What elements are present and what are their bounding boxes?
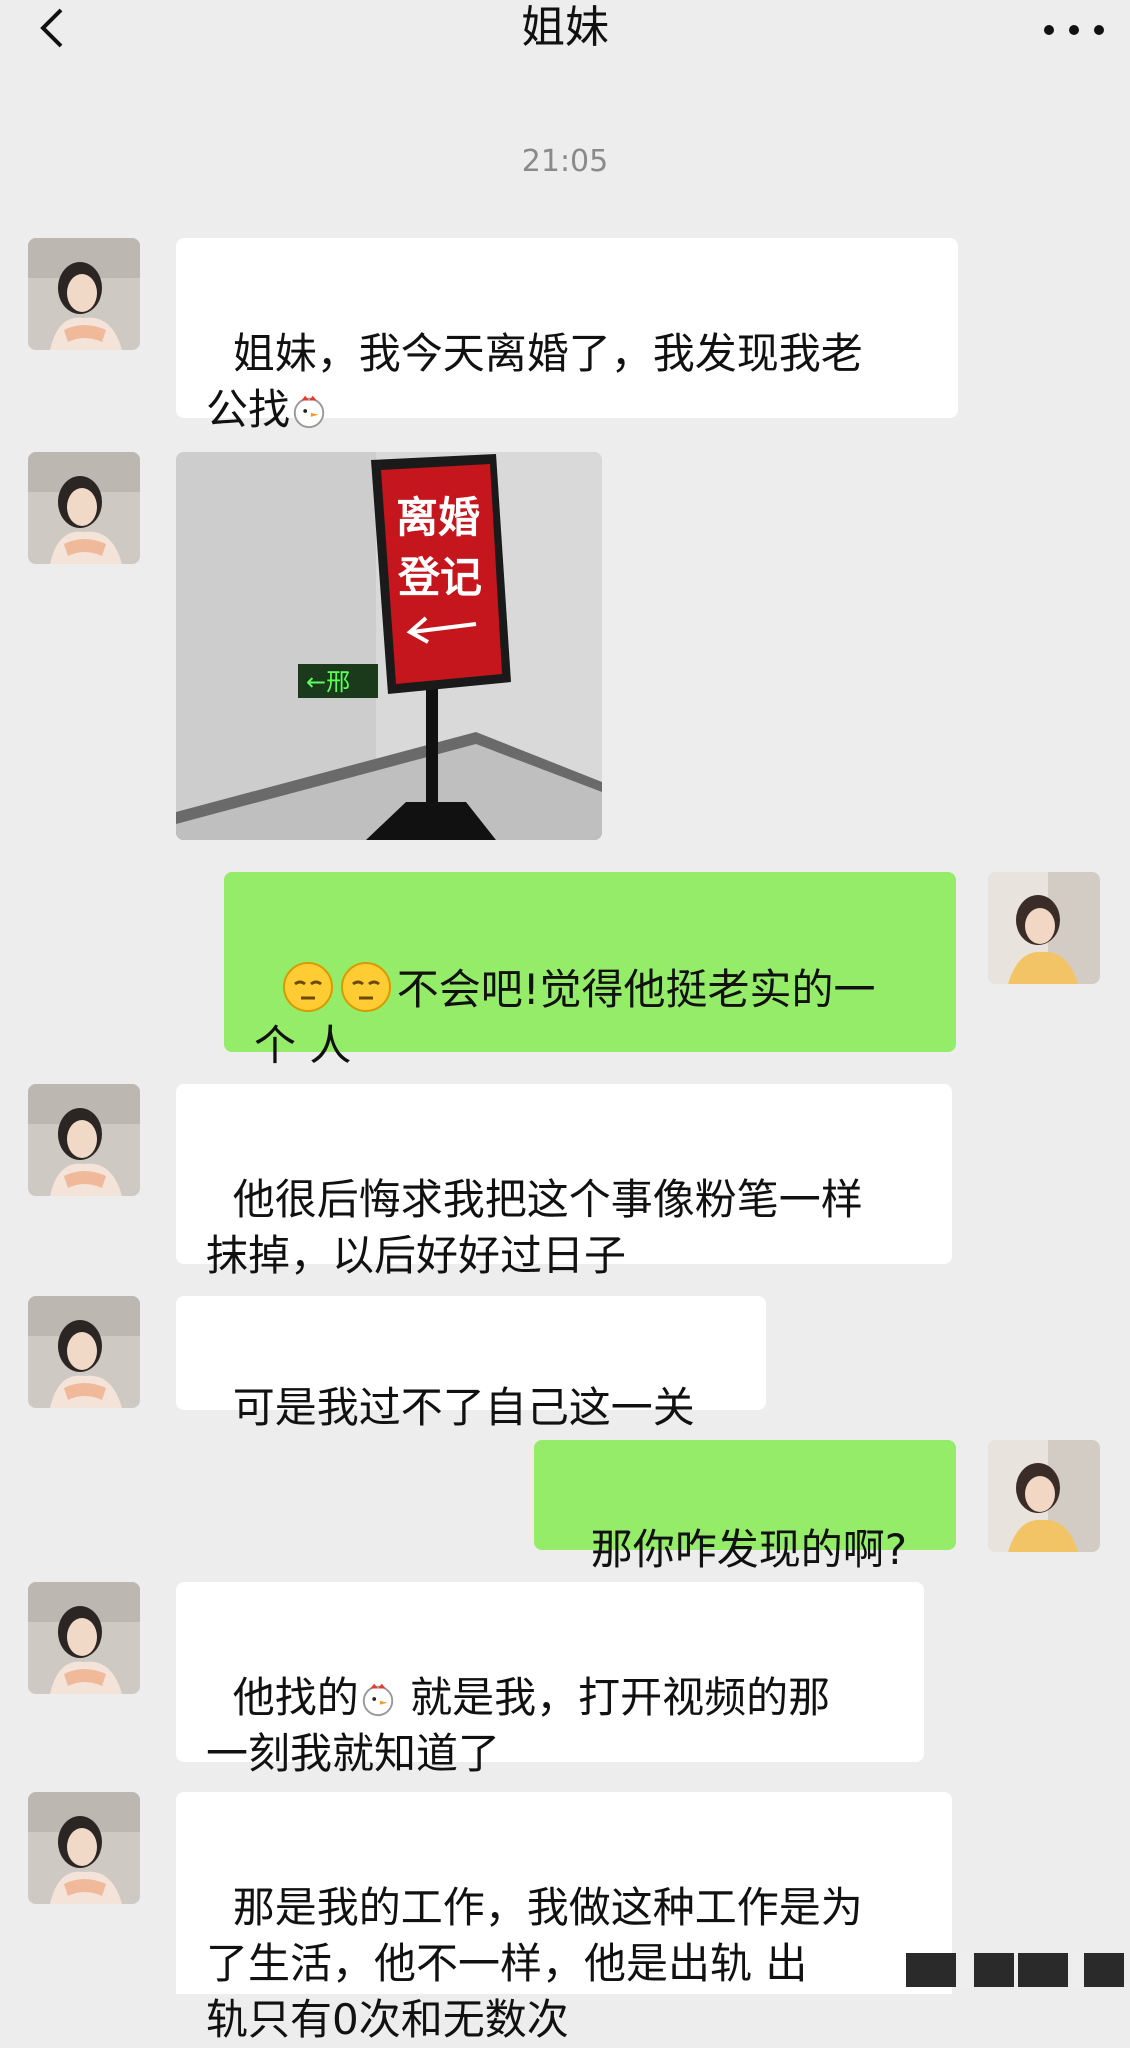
chick-icon — [359, 1676, 397, 1717]
my-message-bubble[interactable]: 不会吧!觉得他挺老实的一 个 人 — [224, 872, 956, 1070]
chick-icon — [290, 388, 328, 429]
image-message[interactable]: ←邢 离婚 登记 — [176, 452, 602, 840]
message-timestamp: 21:05 — [521, 144, 609, 179]
friend-avatar[interactable] — [28, 1084, 140, 1196]
friend-avatar[interactable] — [28, 1582, 140, 1694]
message-bubble[interactable]: 可是我过不了自己这一关 — [176, 1296, 766, 1432]
message-bubble[interactable]: 他很后悔求我把这个事像粉笔一样 抹掉，以后好好过日子 — [176, 1084, 952, 1280]
my-avatar[interactable] — [988, 872, 1100, 984]
my-message-bubble[interactable]: 那你咋发现的啊? — [534, 1440, 956, 1574]
message-bubble[interactable]: 那是我的工作，我做这种工作是为 了生活，他不一样，他是出轨 出 轨只有0次和无数… — [176, 1792, 952, 2044]
sleepy-face-icon — [339, 960, 393, 1014]
more-dots-icon[interactable] — [1044, 12, 1104, 48]
friend-avatar[interactable] — [28, 452, 140, 564]
sign-line-1: 离婚 — [396, 493, 480, 542]
exit-sign: ←邢 — [306, 668, 350, 696]
chat-title: 姐妹 — [521, 2, 609, 53]
my-avatar[interactable] — [988, 1440, 1100, 1552]
friend-avatar[interactable] — [28, 1792, 140, 1904]
sleepy-face-icon — [281, 960, 335, 1014]
friend-avatar[interactable] — [28, 238, 140, 350]
sign-line-2: 登记 — [397, 553, 482, 602]
message-text: 他很后悔求我把这个事像粉笔一样 抹掉，以后好好过日子 — [206, 1175, 863, 1280]
message-text: 那是我的工作，我做这种工作是为 了生活，他不一样，他是出轨 出 轨只有0次和无数… — [206, 1883, 863, 2044]
message-bubble[interactable]: 他找的 就是我，打开视频的那 一刻我就知道了 — [176, 1582, 924, 1778]
top-bar: 姐妹 — [0, 0, 1130, 66]
message-text: 他找的 — [232, 1673, 359, 1722]
friend-avatar[interactable] — [28, 1296, 140, 1408]
watermark — [884, 1950, 1124, 1990]
message-bubble[interactable]: 姐妹，我今天离婚了，我发现我老 公找 — [176, 238, 958, 434]
message-text: 那你咋发现的啊? — [590, 1525, 907, 1574]
message-text: 可是我过不了自己这一关 — [232, 1383, 695, 1432]
